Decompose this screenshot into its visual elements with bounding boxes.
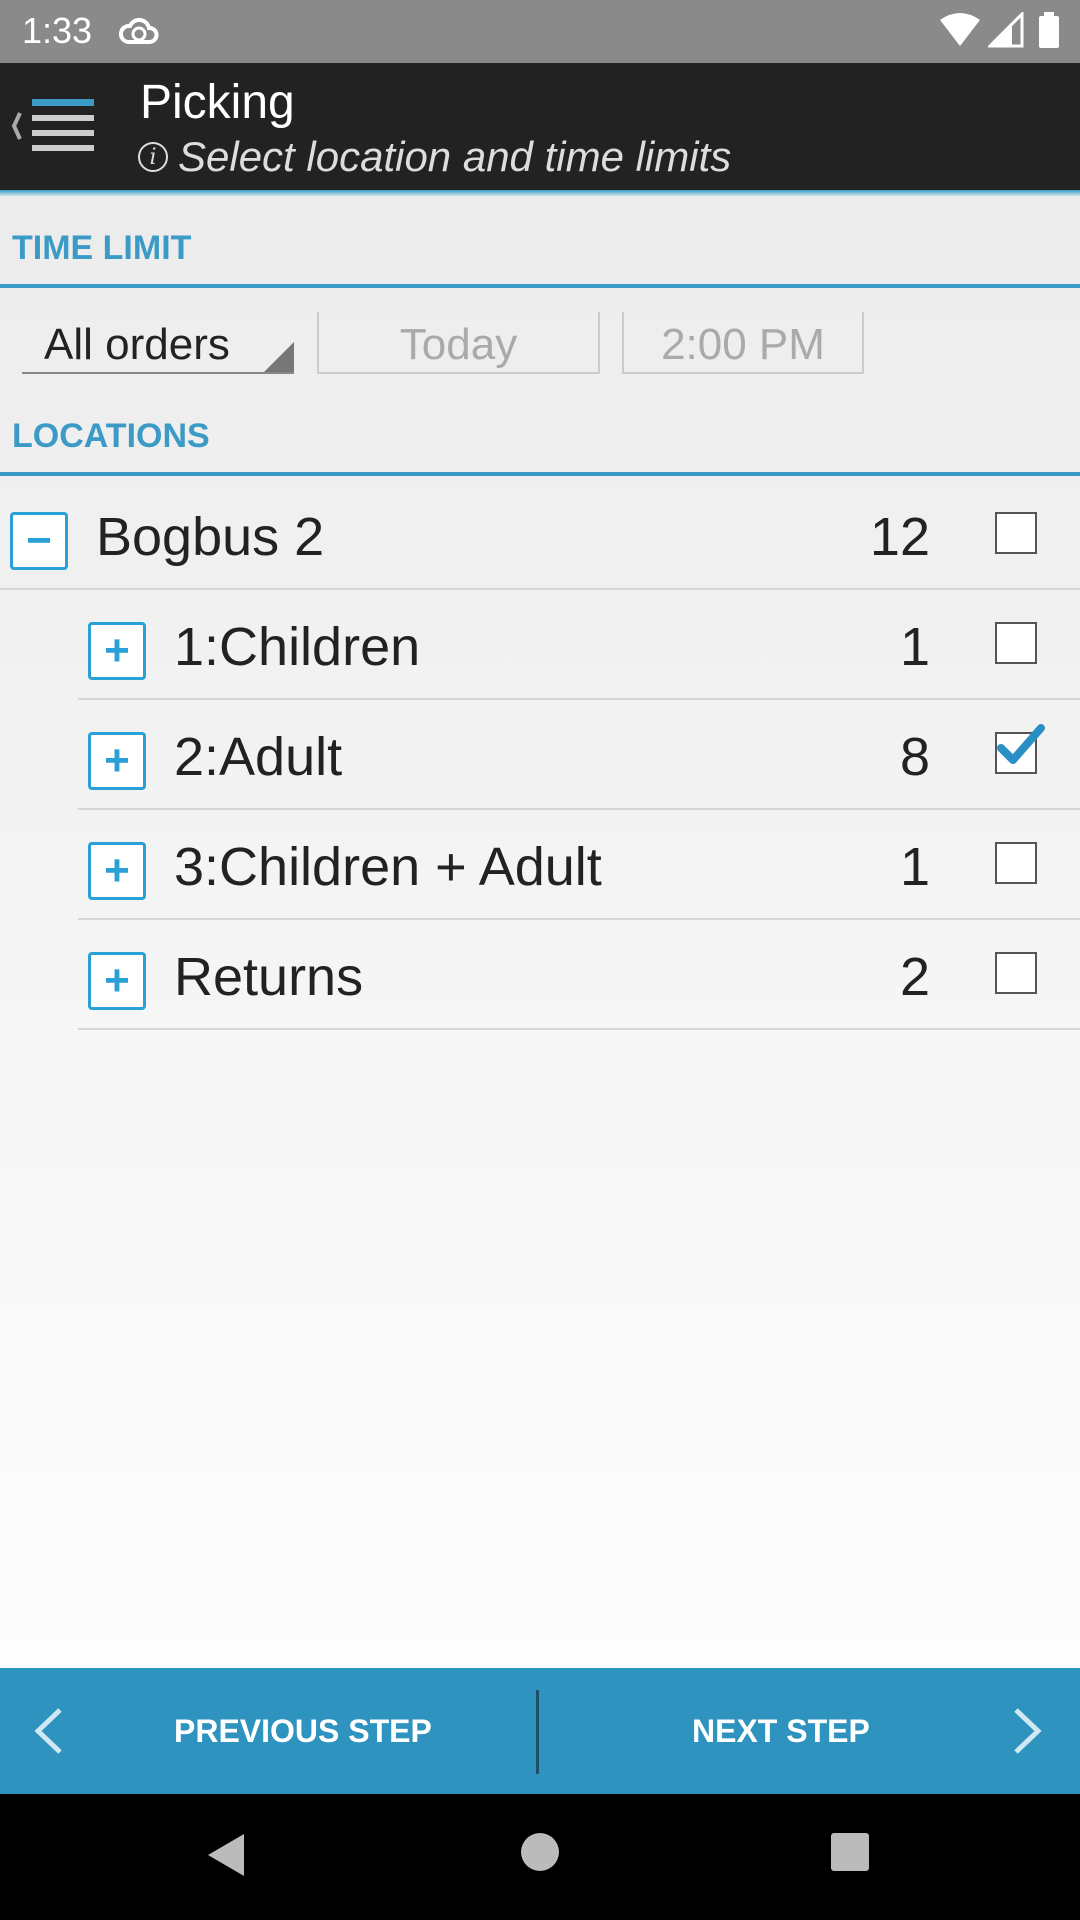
location-row-adult[interactable]: + 2:Adult 8 — [78, 700, 1080, 810]
time-field[interactable]: 2:00 PM — [622, 312, 864, 374]
expand-icon[interactable]: + — [88, 622, 146, 680]
expand-icon[interactable]: + — [88, 732, 146, 790]
system-nav-bar — [0, 1794, 1080, 1920]
menu-icon[interactable] — [8, 91, 98, 161]
location-row-bogbus-2[interactable]: − Bogbus 2 12 — [0, 480, 1080, 590]
location-count: 1 — [899, 617, 930, 677]
location-label: 2:Adult — [174, 727, 343, 787]
expand-icon[interactable]: + — [88, 952, 146, 1010]
location-row-children-adult[interactable]: + 3:Children + Adult 1 — [78, 810, 1080, 920]
previous-step-button[interactable]: PREVIOUS STEP — [0, 1668, 536, 1794]
cloud-sync-icon — [118, 12, 160, 55]
next-step-button[interactable]: NEXT STEP — [540, 1668, 1080, 1794]
location-row-children[interactable]: + 1:Children 1 — [78, 590, 1080, 700]
subtitle-text: Select location and time limits — [178, 133, 732, 180]
status-bar: 1:33 — [0, 0, 1080, 63]
location-count: 12 — [869, 507, 930, 567]
next-step-label: NEXT STEP — [692, 1712, 870, 1749]
page-title: Picking — [140, 76, 295, 129]
time-limit-header: TIME LIMIT — [0, 196, 1080, 288]
collapse-icon[interactable]: − — [10, 512, 68, 570]
time-filter-row: All orders Today 2:00 PM — [0, 292, 1080, 392]
nav-home-icon[interactable] — [520, 1832, 560, 1872]
step-navigation-bar: PREVIOUS STEP NEXT STEP — [0, 1668, 1080, 1794]
expand-icon[interactable]: + — [88, 842, 146, 900]
checkbox-icon[interactable] — [995, 952, 1037, 994]
locations-label: LOCATIONS — [12, 417, 210, 455]
battery-icon — [1038, 12, 1060, 53]
checkbox-icon[interactable] — [995, 622, 1037, 664]
time-limit-label: TIME LIMIT — [12, 229, 192, 267]
location-label: 3:Children + Adult — [174, 837, 602, 897]
checkbox-checked-icon[interactable] — [995, 724, 1045, 774]
app-bar: Picking i Select location and time limit… — [0, 63, 1080, 190]
previous-step-label: PREVIOUS STEP — [174, 1712, 432, 1749]
location-count: 8 — [899, 727, 930, 787]
date-field[interactable]: Today — [317, 312, 600, 374]
chevron-left-icon — [34, 1708, 62, 1754]
nav-back-icon[interactable] — [206, 1832, 246, 1878]
location-count: 1 — [899, 837, 930, 897]
chevron-right-icon — [1014, 1708, 1042, 1754]
status-time: 1:33 — [22, 10, 93, 51]
page-subtitle: i Select location and time limits — [138, 133, 731, 181]
checkbox-icon[interactable] — [995, 512, 1037, 554]
wifi-icon — [940, 12, 980, 53]
location-label: Bogbus 2 — [96, 507, 325, 567]
order-filter-value: All orders — [44, 320, 230, 369]
button-divider — [536, 1690, 539, 1774]
nav-recents-icon[interactable] — [830, 1832, 870, 1872]
signal-icon — [986, 10, 1024, 53]
location-row-returns[interactable]: + Returns 2 — [78, 920, 1080, 1030]
time-value: 2:00 PM — [661, 320, 825, 369]
content-area: TIME LIMIT All orders Today 2:00 PM LOCA… — [0, 196, 1080, 1668]
location-label: 1:Children — [174, 617, 421, 677]
order-filter-select[interactable]: All orders — [22, 312, 294, 374]
info-icon: i — [138, 142, 168, 172]
locations-header: LOCATIONS — [0, 392, 1080, 476]
date-value: Today — [399, 320, 518, 369]
location-count: 2 — [899, 947, 930, 1007]
dropdown-corner-icon — [264, 342, 294, 372]
checkbox-icon[interactable] — [995, 842, 1037, 884]
location-label: Returns — [174, 947, 364, 1007]
